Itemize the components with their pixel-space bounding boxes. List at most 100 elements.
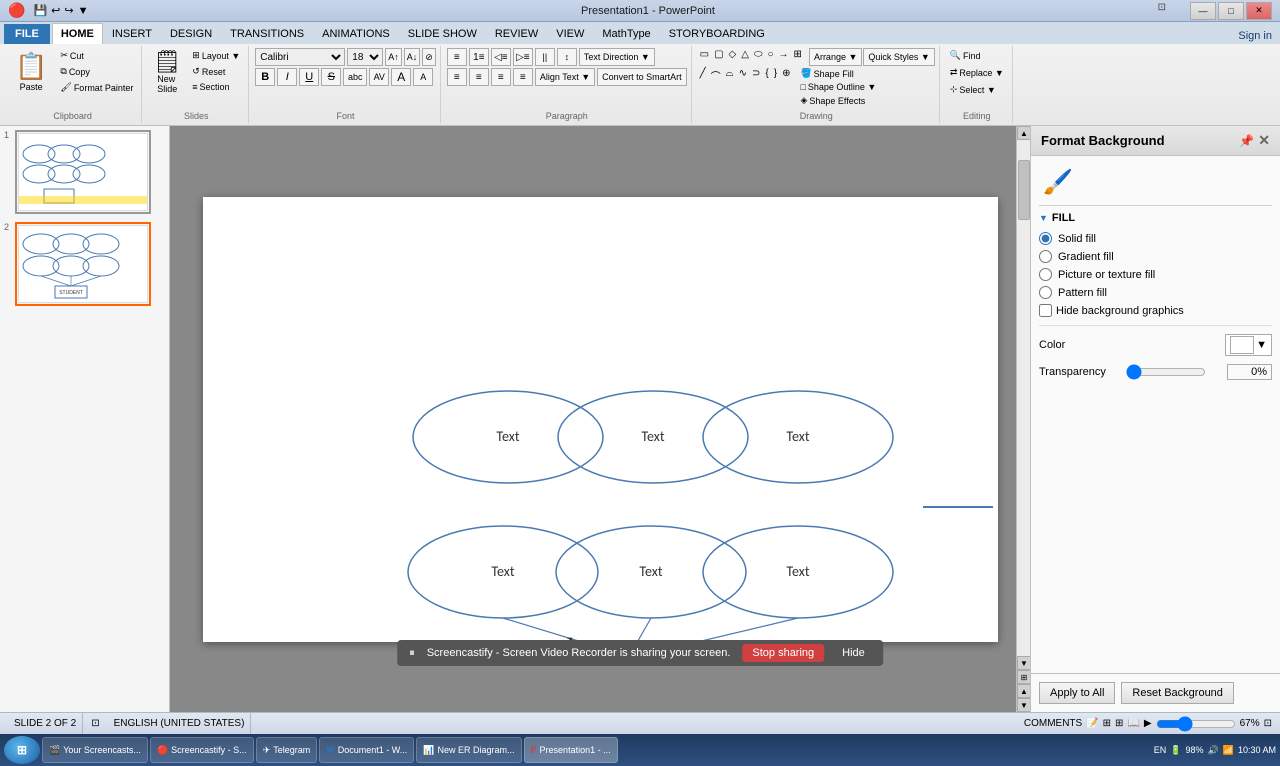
shape-cylinder-icon[interactable]: ⬭ bbox=[752, 48, 765, 66]
cut-button[interactable]: ✂ Cut bbox=[56, 48, 137, 63]
shape-connector-icon[interactable]: ⊃ bbox=[750, 67, 762, 107]
hide-notification-button[interactable]: Hide bbox=[836, 644, 871, 662]
shape-effects-button[interactable]: ◈ Shape Effects bbox=[797, 94, 879, 107]
hide-background-checkbox[interactable] bbox=[1039, 304, 1052, 317]
pattern-fill-radio[interactable] bbox=[1039, 286, 1052, 299]
new-slide-button[interactable]: 🗒 NewSlide bbox=[148, 48, 186, 97]
align-left-button[interactable]: ≡ bbox=[447, 68, 467, 86]
shape-curve-icon[interactable]: ⌒ bbox=[709, 67, 723, 107]
tab-design[interactable]: DESIGN bbox=[161, 24, 221, 44]
tab-file[interactable]: FILE bbox=[4, 24, 50, 44]
font-size-select[interactable]: 18 bbox=[347, 48, 383, 66]
shape-triangle-icon[interactable]: △ bbox=[739, 48, 751, 66]
align-text-button[interactable]: Align Text ▼ bbox=[535, 68, 595, 86]
reset-background-button[interactable]: Reset Background bbox=[1121, 682, 1234, 704]
taskbar-word-button[interactable]: W Document1 - W... bbox=[319, 737, 414, 763]
col-button[interactable]: || bbox=[535, 48, 555, 66]
picture-fill-radio[interactable] bbox=[1039, 268, 1052, 281]
scroll-up-button[interactable]: ▲ bbox=[1017, 126, 1030, 140]
quick-access-undo-icon[interactable]: ↩ bbox=[51, 4, 60, 17]
slide-fit-button[interactable]: ⊞ bbox=[1017, 670, 1030, 684]
taskbar-screencastify-button[interactable]: 🔴 Screencastify - S... bbox=[150, 737, 254, 763]
decrease-indent-button[interactable]: ◁≡ bbox=[491, 48, 511, 66]
tab-insert[interactable]: INSERT bbox=[103, 24, 161, 44]
underline-button[interactable]: U bbox=[299, 68, 319, 86]
shape-fill-button[interactable]: 🪣 Shape Fill bbox=[797, 67, 879, 80]
shape-brace-icon[interactable]: } bbox=[772, 67, 779, 107]
picture-fill-label[interactable]: Picture or texture fill bbox=[1058, 269, 1155, 281]
font-size-decrease-button[interactable]: A↓ bbox=[404, 48, 421, 66]
tab-view[interactable]: VIEW bbox=[547, 24, 593, 44]
shape-more-icon[interactable]: ⊞ bbox=[792, 48, 804, 66]
shape-diamond-icon[interactable]: ◇ bbox=[727, 48, 739, 66]
replace-button[interactable]: ⇄ Replace ▼ bbox=[946, 65, 1008, 80]
quick-styles-button[interactable]: Quick Styles ▼ bbox=[863, 48, 934, 66]
tab-home[interactable]: HOME bbox=[52, 23, 103, 44]
pattern-fill-label[interactable]: Pattern fill bbox=[1058, 287, 1107, 299]
start-button[interactable]: ⊞ bbox=[4, 736, 40, 764]
tab-slideshow[interactable]: SLIDE SHOW bbox=[399, 24, 486, 44]
strikethrough-button[interactable]: S bbox=[321, 68, 341, 86]
shape-line-icon[interactable]: ╱ bbox=[698, 67, 708, 107]
lang-icon[interactable]: EN bbox=[1154, 745, 1167, 755]
tab-mathtype[interactable]: MathType bbox=[593, 24, 659, 44]
maximize-button[interactable]: □ bbox=[1218, 2, 1244, 20]
font-color-button[interactable]: A bbox=[391, 68, 411, 86]
shape-ellipse-icon[interactable]: ○ bbox=[766, 48, 776, 66]
slide-1-thumbnail[interactable] bbox=[15, 130, 151, 214]
signin-link[interactable]: Sign in bbox=[1230, 28, 1280, 44]
numbering-button[interactable]: 1≡ bbox=[469, 48, 489, 66]
layout-button[interactable]: ⊞ Layout ▼ bbox=[188, 48, 244, 63]
canvas-scrollbar[interactable]: ▲ ▼ ⊞ ▲ ▼ bbox=[1016, 126, 1030, 712]
format-painter-button[interactable]: 🖌 Format Painter bbox=[56, 80, 137, 95]
shape-outline-button[interactable]: □ Shape Outline ▼ bbox=[797, 81, 879, 93]
justify-button[interactable]: ≡ bbox=[513, 68, 533, 86]
shape-freeform-icon[interactable]: ∿ bbox=[737, 67, 749, 107]
slide-2-thumbnail[interactable]: STUDENT bbox=[15, 222, 151, 306]
quick-access-redo-icon[interactable]: ↪ bbox=[64, 4, 73, 17]
select-button[interactable]: ⊹ Select ▼ bbox=[946, 82, 1000, 97]
apply-to-all-button[interactable]: Apply to All bbox=[1039, 682, 1115, 704]
clear-formatting-button[interactable]: ⊘ bbox=[422, 48, 436, 66]
slide-canvas[interactable]: Text Text Text Text Text Text STUDENT bbox=[203, 197, 998, 642]
shape-rounded-rect-icon[interactable]: ▢ bbox=[712, 48, 725, 66]
taskbar-er-diagram-button[interactable]: 📊 New ER Diagram... bbox=[416, 737, 521, 763]
convert-smartart-button[interactable]: Convert to SmartArt bbox=[597, 68, 687, 86]
minimize-button[interactable]: — bbox=[1190, 2, 1216, 20]
stop-sharing-button[interactable]: Stop sharing bbox=[742, 644, 824, 662]
shape-bracket-icon[interactable]: { bbox=[763, 67, 770, 107]
fill-section-header[interactable]: FILL bbox=[1039, 212, 1272, 224]
find-button[interactable]: 🔍 Find bbox=[946, 48, 985, 63]
italic-button[interactable]: I bbox=[277, 68, 297, 86]
shape-misc-icon[interactable]: ⊕ bbox=[780, 67, 792, 107]
solid-fill-label[interactable]: Solid fill bbox=[1058, 233, 1096, 245]
color-picker-button[interactable]: ▼ bbox=[1225, 334, 1272, 356]
text-highlight-button[interactable]: A bbox=[413, 68, 433, 86]
language-status[interactable]: ENGLISH (UNITED STATES) bbox=[108, 713, 252, 734]
window-controls[interactable]: ⊡ — □ ✕ bbox=[1190, 2, 1272, 20]
align-center-button[interactable]: ≡ bbox=[469, 68, 489, 86]
line-spacing-button[interactable]: ↕ bbox=[557, 48, 577, 66]
tab-storyboarding[interactable]: STORYBOARDING bbox=[660, 24, 774, 44]
hide-background-label[interactable]: Hide background graphics bbox=[1056, 305, 1184, 317]
quick-access-customize-icon[interactable]: ▼ bbox=[78, 5, 89, 17]
shadow-button[interactable]: abc bbox=[343, 68, 367, 86]
shape-arc-icon[interactable]: ⌓ bbox=[724, 67, 736, 107]
solid-fill-radio[interactable] bbox=[1039, 232, 1052, 245]
quick-access-save-icon[interactable]: 💾 bbox=[33, 4, 47, 17]
arrange-button[interactable]: Arrange ▼ bbox=[809, 48, 862, 66]
paste-button[interactable]: 📋 Paste bbox=[8, 48, 54, 95]
copy-button[interactable]: ⧉ Copy bbox=[56, 64, 137, 79]
zoom-slider[interactable] bbox=[1156, 716, 1236, 732]
scroll-down-button[interactable]: ▼ bbox=[1017, 656, 1030, 670]
shape-rect-icon[interactable]: ▭ bbox=[698, 48, 711, 66]
reset-button[interactable]: ↺ Reset bbox=[188, 64, 244, 79]
close-button[interactable]: ✕ bbox=[1246, 2, 1272, 20]
taskbar-telegram-button[interactable]: ✈ Telegram bbox=[256, 737, 318, 763]
tab-review[interactable]: REVIEW bbox=[486, 24, 547, 44]
slide-prev-button[interactable]: ▲ bbox=[1017, 684, 1030, 698]
pin-panel-icon[interactable]: 📌 bbox=[1239, 134, 1254, 148]
gradient-fill-radio[interactable] bbox=[1039, 250, 1052, 263]
font-name-select[interactable]: Calibri bbox=[255, 48, 345, 66]
increase-indent-button[interactable]: ▷≡ bbox=[513, 48, 533, 66]
